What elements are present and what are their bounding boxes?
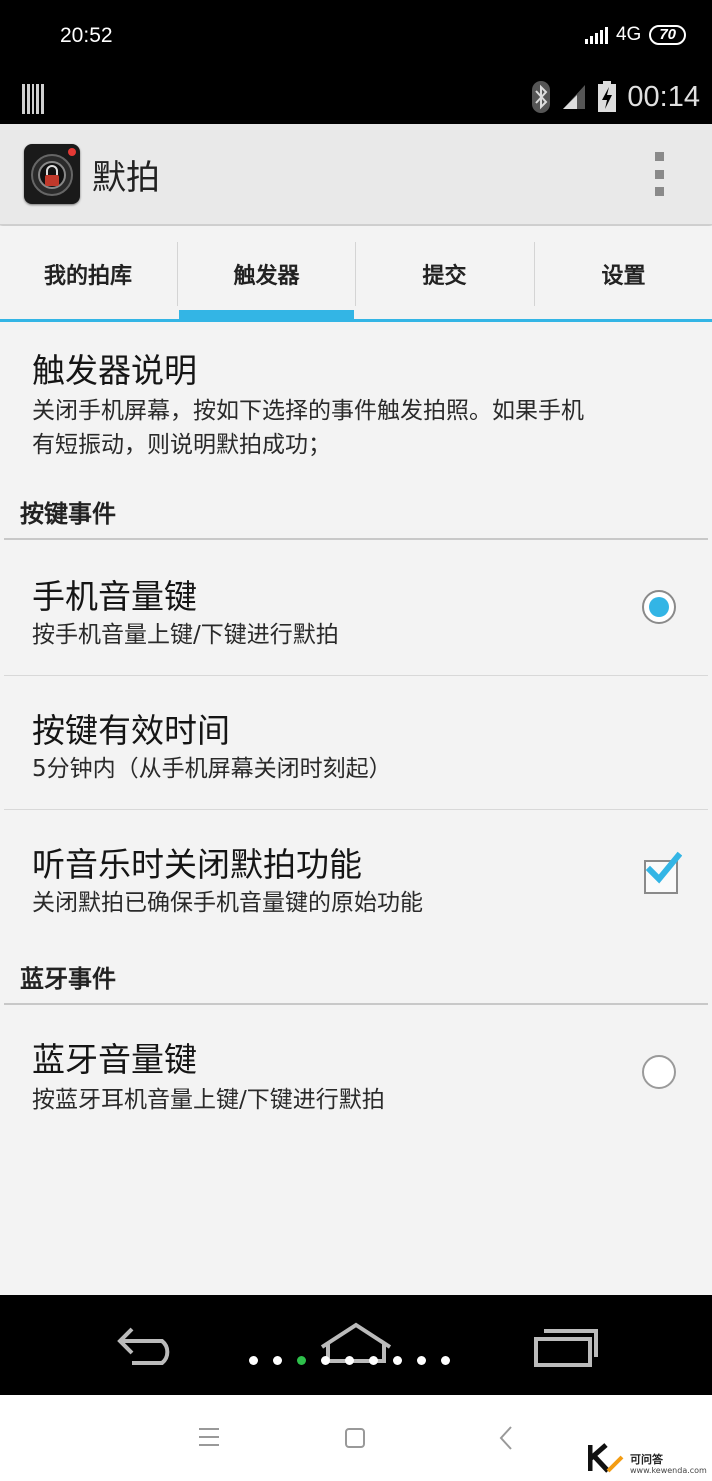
battery-charging-icon <box>598 81 617 112</box>
system-nav-bar <box>0 1395 712 1481</box>
pref-disable-during-music[interactable]: 听音乐时关闭默拍功能 关闭默拍已确保手机音量键的原始功能 <box>0 810 712 942</box>
notification-icon <box>22 84 44 114</box>
action-bar: 默拍 <box>0 124 712 225</box>
pref-volume-key[interactable]: 手机音量键 按手机音量上键/下键进行默拍 <box>0 540 712 674</box>
page-dot <box>273 1356 282 1365</box>
tab-settings[interactable]: 设置 <box>535 226 712 322</box>
tab-selected-indicator <box>179 310 354 322</box>
volume-key-radio[interactable] <box>642 590 676 624</box>
watermark-logo-icon <box>588 1443 624 1473</box>
page-dot <box>417 1356 426 1365</box>
pref-summary: 按蓝牙耳机音量上键/下键进行默拍 <box>32 1087 385 1113</box>
pref-title: 按键有效时间 <box>32 711 230 750</box>
pref-title: 手机音量键 <box>32 577 197 616</box>
outer-status-time: 20:52 <box>60 24 113 47</box>
tab-my-library[interactable]: 我的拍库 <box>0 226 176 322</box>
pref-summary: 5分钟内（从手机屏幕关闭时刻起） <box>32 756 392 782</box>
pref-summary: 关闭默拍已确保手机音量键的原始功能 <box>32 890 423 916</box>
page-dot <box>345 1356 354 1365</box>
signal-icon <box>584 26 608 44</box>
page-dot <box>441 1356 450 1365</box>
category-bluetooth-events: 蓝牙事件 <box>20 965 116 993</box>
inner-status-time: 00:14 <box>627 80 700 113</box>
page-dot <box>393 1356 402 1365</box>
bluetooth-volume-radio[interactable] <box>642 1055 676 1089</box>
inner-status-bar: 00:14 <box>0 76 712 124</box>
inner-status-icons: 00:14 <box>531 80 700 114</box>
overflow-menu-icon[interactable] <box>652 152 666 196</box>
page-dot <box>369 1356 378 1365</box>
tab-bar: 我的拍库 触发器 提交 设置 <box>0 226 712 322</box>
app-logo-icon[interactable] <box>24 144 80 204</box>
pref-summary: 按手机音量上键/下键进行默拍 <box>32 622 339 648</box>
battery-icon: 70 <box>649 25 686 45</box>
tab-triggers[interactable]: 触发器 <box>178 226 355 322</box>
app-nav-bar <box>0 1295 712 1395</box>
watermark-url: www.kewenda.com <box>630 1466 707 1475</box>
network-type: 4G <box>615 24 642 45</box>
category-key-events: 按键事件 <box>20 500 116 528</box>
tab-underline <box>0 319 712 322</box>
system-back-icon[interactable] <box>498 1425 514 1451</box>
cell-signal-icon <box>563 85 586 109</box>
trigger-intro-summary-line1: 关闭手机屏幕，按如下选择的事件触发拍照。如果手机 <box>32 398 584 424</box>
tab-submit[interactable]: 提交 <box>356 226 533 322</box>
outer-status-icons: 4G 70 <box>584 24 686 46</box>
menu-icon[interactable] <box>198 1427 220 1447</box>
recent-apps-icon[interactable] <box>532 1327 600 1369</box>
page-dot <box>249 1356 258 1365</box>
watermark-text: 可问答 <box>630 1453 663 1466</box>
pref-key-valid-time[interactable]: 按键有效时间 5分钟内（从手机屏幕关闭时刻起） <box>0 676 712 808</box>
system-home-icon[interactable] <box>344 1427 366 1449</box>
outer-status-bar: 20:52 4G 70 <box>0 0 712 76</box>
page-dot <box>297 1356 306 1365</box>
pref-title: 听音乐时关闭默拍功能 <box>32 845 362 884</box>
bluetooth-icon <box>532 81 551 113</box>
back-icon[interactable] <box>116 1323 182 1369</box>
trigger-intro-summary-line2: 有短振动，则说明默拍成功； <box>32 432 331 458</box>
page-dot <box>321 1356 330 1365</box>
app-title: 默拍 <box>92 158 160 198</box>
pref-bluetooth-volume-key[interactable]: 蓝牙音量键 按蓝牙耳机音量上键/下键进行默拍 <box>0 1005 712 1139</box>
trigger-intro-title: 触发器说明 <box>32 351 197 390</box>
checkmark-icon <box>645 851 682 884</box>
pref-title: 蓝牙音量键 <box>32 1040 197 1079</box>
